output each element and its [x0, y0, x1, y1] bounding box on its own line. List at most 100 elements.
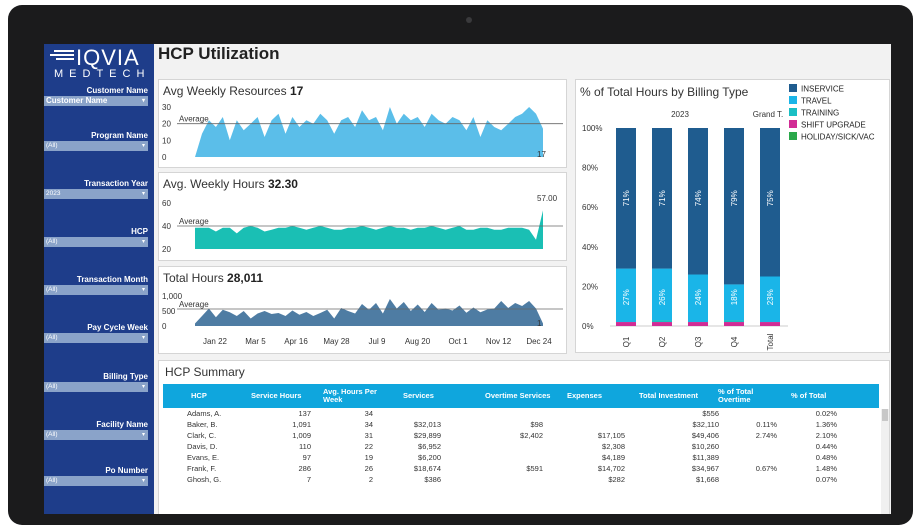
bar-data-label: 79% [730, 190, 739, 206]
column-header[interactable]: Overtime Services [485, 384, 565, 408]
bar-segment[interactable] [724, 322, 744, 326]
filter-dropdown[interactable]: (All) ▾ [44, 285, 148, 295]
chart-title: % of Total Hours by Billing Type [580, 85, 749, 99]
scrollbar-thumb[interactable] [882, 409, 888, 421]
x-tick-label: Jan 22 [203, 337, 228, 346]
billing-type-bar-chart: % of Total Hours by Billing Type 2023 Gran… [580, 84, 875, 350]
filter-label: Po Number [105, 466, 148, 475]
hcp-summary-card: HCP Summary HCP Service Hours Avg. Hours P… [158, 360, 890, 514]
chevron-down-icon: ▾ [141, 335, 145, 341]
logo-mark-icon [50, 50, 74, 64]
table-cell: Ghosh, G. [187, 475, 222, 484]
end-value-label: 17 [537, 150, 546, 159]
column-header[interactable]: Expenses [567, 384, 647, 408]
table-cell: $4,189 [602, 453, 625, 462]
filter-dropdown[interactable]: (All) ▾ [44, 430, 148, 440]
y-tick-label: 40 [162, 222, 171, 231]
chevron-down-icon: ▾ [141, 478, 145, 484]
x-tick-label: Jul 9 [369, 337, 386, 346]
filter-dropdown[interactable]: (All) ▾ [44, 333, 148, 343]
table-row[interactable]: Frank, F. 286 26 $18,674 $591 $14,702 $34,967 0… [163, 463, 879, 474]
column-header[interactable]: Total Investment [639, 384, 719, 408]
filter-value: (All) [46, 383, 58, 390]
table-cell: $32,110 [692, 420, 719, 429]
legend-label[interactable]: TRAINING [801, 109, 839, 118]
column-header[interactable]: % of Total [791, 384, 871, 408]
filter-value: 2023 [46, 190, 61, 197]
legend-label[interactable]: INSERVICE [801, 85, 844, 94]
bar-segment[interactable] [652, 322, 672, 326]
avg-weekly-hours-card[interactable]: Avg. Weekly Hours 32.30 60 40 20 Average 57.… [158, 172, 567, 261]
x-tick-label: Q4 [730, 336, 739, 347]
column-header[interactable]: % of Total Overtime [718, 384, 780, 408]
avg-weekly-resources-card[interactable]: Avg Weekly Resources 17 30 20 10 0 Average 17 [158, 79, 567, 168]
filter-dropdown[interactable]: 2023 ▾ [44, 189, 148, 199]
table-cell: 19 [364, 453, 373, 462]
total-hours-card[interactable]: Total Hours 28,011 1,000 500 0 Average 1 Jan … [158, 266, 567, 354]
table-row[interactable]: Adams, A. 137 34 $556 0.02% [163, 408, 879, 419]
legend-label[interactable]: TRAVEL [801, 97, 832, 106]
filter-dropdown[interactable]: (All) ▾ [44, 382, 148, 392]
bar-segment[interactable] [652, 320, 672, 323]
filter-label: HCP [131, 227, 148, 236]
legend-swatch [789, 96, 797, 104]
table-body: Adams, A. 137 34 $556 0.02% Baker, B. 1,091 34 $… [163, 408, 879, 485]
bar-segment[interactable] [724, 320, 744, 323]
bar-segment[interactable] [616, 322, 636, 326]
legend-label[interactable]: SHIFT UPGRADE [801, 121, 866, 130]
bar-segment[interactable] [688, 322, 708, 326]
table-cell: 286 [298, 464, 311, 473]
filter-dropdown[interactable]: (All) ▾ [44, 237, 148, 247]
table-cell: 31 [364, 431, 373, 440]
filter-dropdown[interactable]: (All) ▾ [44, 141, 148, 151]
table-cell: $17,105 [597, 431, 625, 440]
filter-dropdown[interactable]: Customer Name ▾ [44, 96, 148, 106]
filter-value: (All) [46, 431, 58, 438]
table-cell: 22 [364, 442, 373, 451]
column-header[interactable]: Service Hours [251, 384, 331, 408]
main-area: HCP Utilization Avg Weekly Resources 17 … [154, 44, 891, 514]
y-tick-label: 20% [582, 282, 598, 291]
billing-type-card[interactable]: % of Total Hours by Billing Type 2023 Gran… [575, 79, 890, 353]
y-tick-label: 30 [162, 103, 171, 112]
table-cell: 2.74% [755, 431, 777, 440]
x-tick-label: Apr 16 [284, 337, 308, 346]
table-row[interactable]: Clark, C. 1,009 31 $29,899 $2,402 $17,105 $49,… [163, 430, 879, 441]
table-row[interactable]: Evans, E. 97 19 $6,200 $4,189 $11,389 0.48% [163, 452, 879, 463]
table-cell: 2.10% [815, 431, 837, 440]
table-row[interactable]: Davis, D. 110 22 $6,952 $2,308 $10,260 0.44% [163, 441, 879, 452]
page-title: HCP Utilization [158, 44, 280, 63]
column-header[interactable]: Avg. Hours Per Week [323, 384, 385, 408]
bar-data-label: 26% [658, 289, 667, 305]
chevron-down-icon: ▾ [141, 384, 145, 390]
chevron-down-icon: ▾ [141, 287, 145, 293]
table-row[interactable]: Baker, B. 1,091 34 $32,013 $98 $32,110 0.11% 1.… [163, 419, 879, 430]
table-scrollbar[interactable] [881, 409, 889, 514]
column-header[interactable]: HCP [191, 384, 231, 408]
logo-subtitle: MEDTECH [54, 68, 151, 80]
dashboard-screen: IQVIA MEDTECH Customer Name Customer Name… [44, 44, 891, 514]
card-title: Total Hours 28,011 [163, 271, 264, 285]
table-cell: 26 [364, 464, 373, 473]
chevron-down-icon: ▾ [141, 191, 145, 197]
bar-segment[interactable] [760, 322, 780, 326]
filter-dropdown[interactable]: (All) ▾ [44, 476, 148, 486]
table-cell: 2 [368, 475, 373, 484]
column-header[interactable]: Services [403, 384, 483, 408]
column-header: 2023 [671, 110, 689, 119]
iqvia-logo: IQVIA MEDTECH [48, 45, 154, 84]
x-tick-label: Q3 [694, 336, 703, 347]
y-tick-label: 0 [162, 153, 167, 162]
x-tick-label: Aug 20 [405, 337, 431, 346]
legend-label[interactable]: HOLIDAY/SICK/VAC [801, 133, 875, 142]
table-cell: 97 [302, 453, 311, 462]
table-cell: $11,389 [692, 453, 719, 462]
y-tick-label: 80% [582, 164, 598, 173]
filter-value: (All) [46, 477, 58, 484]
filter-value: (All) [46, 334, 58, 341]
y-tick-label: 60 [162, 199, 171, 208]
table-cell: Davis, D. [187, 442, 218, 451]
table-cell: 1,009 [292, 431, 311, 440]
chevron-down-icon: ▾ [141, 239, 145, 245]
table-row[interactable]: Ghosh, G. 7 2 $386 $282 $1,668 0.07% [163, 474, 879, 485]
